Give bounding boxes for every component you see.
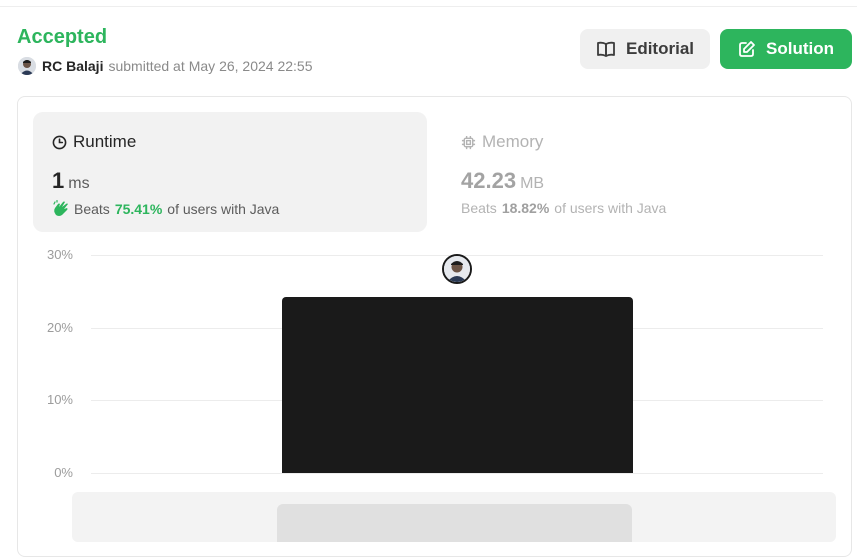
memory-beats-label: Beats <box>461 200 497 216</box>
memory-beats: Beats 18.82% of users with Java <box>461 200 666 216</box>
chart-y-tick-label: 20% <box>46 319 73 335</box>
solution-button-label: Solution <box>766 39 834 58</box>
clock-icon <box>52 135 67 150</box>
memory-beats-percent: 18.82% <box>501 200 550 216</box>
runtime-beats-percent: 75.41% <box>114 201 163 217</box>
user-avatar[interactable] <box>18 57 36 75</box>
memory-title: Memory <box>482 132 544 151</box>
runtime-value-row: 1 ms <box>52 168 90 194</box>
range-overview-bar[interactable] <box>277 504 632 542</box>
memory-panel[interactable]: Memory 42.23 MB Beats 18.82% of users wit… <box>446 112 840 232</box>
chart-y-tick-label: 10% <box>46 392 73 408</box>
memory-header: Memory <box>461 132 543 152</box>
chart-bar[interactable] <box>282 297 633 473</box>
runtime-beats: Beats 75.41% of users with Java <box>52 200 279 218</box>
solution-button[interactable]: Solution <box>720 29 852 69</box>
runtime-unit: ms <box>68 175 90 192</box>
book-icon <box>596 40 616 58</box>
edit-icon <box>738 40 756 58</box>
runtime-distribution-chart: 30% 20% 10% 0% <box>0 240 857 490</box>
top-divider <box>0 6 857 7</box>
runtime-panel[interactable]: Runtime 1 ms Beats 75.41% of users with J… <box>33 112 427 232</box>
chart-gridline <box>91 473 823 474</box>
editorial-button-label: Editorial <box>625 39 694 58</box>
memory-value: 42.23 <box>461 168 517 193</box>
range-overview[interactable] <box>72 492 836 542</box>
memory-unit: MB <box>520 175 545 192</box>
submission-status: Accepted <box>17 26 108 48</box>
user-name-link[interactable]: RC Balaji <box>42 58 103 74</box>
runtime-header: Runtime <box>52 132 136 152</box>
runtime-value: 1 <box>52 168 65 193</box>
submitted-date: May 26, 2024 22:55 <box>188 58 313 74</box>
chart-y-tick-label: 0% <box>54 465 73 480</box>
memory-value-row: 42.23 MB <box>461 168 544 194</box>
clap-icon <box>52 200 70 218</box>
submitted-label: submitted at <box>108 58 185 74</box>
editorial-button[interactable]: Editorial <box>580 29 710 69</box>
runtime-title: Runtime <box>73 132 137 151</box>
user-position-avatar[interactable] <box>442 254 472 285</box>
runtime-beats-label: Beats <box>74 201 110 217</box>
submission-meta: RC Balaji submitted at May 26, 2024 22:5… <box>18 57 313 75</box>
chip-icon <box>461 135 476 150</box>
memory-beats-suffix: of users with Java <box>554 200 667 216</box>
runtime-beats-suffix: of users with Java <box>167 201 280 217</box>
chart-y-tick-label: 30% <box>46 247 73 262</box>
